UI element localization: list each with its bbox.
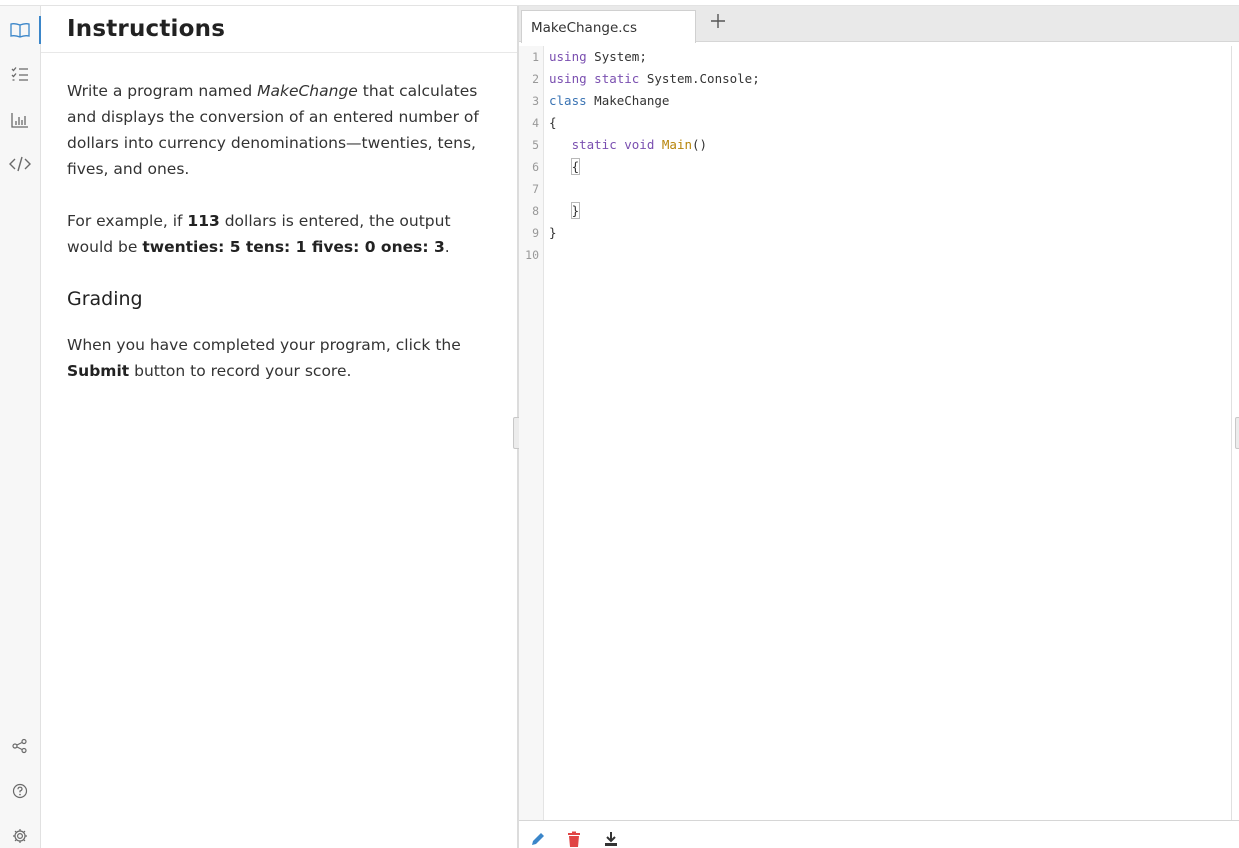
grading-text-2: button to record your score.: [129, 362, 352, 380]
pencil-icon: [530, 831, 546, 848]
line-number: 6: [532, 160, 539, 174]
settings-button[interactable]: [0, 818, 40, 848]
file-tab-makechange[interactable]: MakeChange.cs: [521, 10, 696, 43]
grading-text-1: When you have completed your program, cl…: [67, 336, 461, 354]
share-button[interactable]: [0, 728, 40, 764]
instructions-header: Instructions: [41, 6, 517, 53]
function-name: Main: [654, 137, 693, 152]
code-line: }: [549, 200, 581, 222]
task-text-1: Write a program named: [67, 82, 258, 100]
line-number: 10: [525, 248, 539, 262]
delete-button[interactable]: [564, 831, 584, 848]
checklist-tab-button[interactable]: [0, 56, 40, 92]
keyword: static: [571, 137, 617, 152]
keyword: class: [549, 93, 587, 108]
book-icon: [10, 22, 30, 38]
example-description: For example, if 113 dollars is entered, …: [67, 208, 497, 260]
code-line: using static System.Console;: [549, 68, 760, 90]
line-number: 4: [532, 116, 539, 130]
keyword: using: [549, 71, 587, 86]
grading-heading: Grading: [67, 288, 143, 310]
plus-icon: [710, 13, 726, 34]
instructions-title: Instructions: [67, 16, 226, 42]
line-number: 9: [532, 226, 539, 240]
matched-brace: }: [570, 202, 581, 219]
add-file-button[interactable]: [705, 9, 731, 37]
download-icon: [603, 831, 619, 848]
line-number: 5: [532, 138, 539, 152]
example-text-1: For example, if: [67, 212, 188, 230]
code-token: }: [549, 225, 557, 240]
code-token: MakeChange: [586, 93, 670, 108]
code-area[interactable]: 1 2 3 4 5 6 7 8 9 10 using System; using…: [519, 46, 1232, 820]
trash-icon: [567, 831, 581, 848]
code-token: System.Console;: [639, 71, 760, 86]
instructions-tab-button[interactable]: [0, 12, 41, 48]
side-rail: [0, 6, 41, 848]
example-amount: 113: [187, 212, 220, 230]
code-token: {: [549, 115, 557, 130]
stats-tab-button[interactable]: [0, 102, 40, 138]
file-tab-bar: MakeChange.cs: [519, 6, 1239, 43]
help-button[interactable]: [0, 773, 40, 809]
task-description: Write a program named MakeChange that ca…: [67, 78, 497, 182]
checklist-icon: [11, 66, 29, 82]
example-text-3: .: [444, 238, 450, 256]
code-line: using System;: [549, 46, 647, 68]
code-line: {: [549, 156, 581, 178]
line-number: 1: [532, 50, 539, 64]
line-number-gutter: 1 2 3 4 5 6 7 8 9 10: [519, 46, 544, 820]
download-button[interactable]: [601, 831, 621, 848]
line-number: 8: [532, 204, 539, 218]
code-tab-button[interactable]: [0, 146, 40, 182]
code-line: static void Main(): [549, 134, 708, 156]
right-resize-handle[interactable]: [1235, 417, 1239, 449]
share-icon: [12, 738, 28, 754]
code-editor-panel: MakeChange.cs 1 2 3 4 5 6 7 8 9 10 using…: [519, 6, 1239, 848]
example-output: twenties: 5 tens: 1 fives: 0 ones: 3: [142, 238, 445, 256]
code-icon: [9, 156, 31, 172]
edit-button[interactable]: [528, 831, 548, 848]
line-number: 3: [532, 94, 539, 108]
submit-reference: Submit: [67, 362, 130, 380]
instructions-panel: Instructions Write a program named MakeC…: [41, 6, 517, 848]
code-token: System;: [586, 49, 647, 64]
instructions-body: Write a program named MakeChange that ca…: [67, 78, 497, 410]
grading-description: When you have completed your program, cl…: [67, 332, 497, 384]
line-number: 7: [532, 182, 539, 196]
keyword: void: [616, 137, 655, 152]
code-line: class MakeChange: [549, 90, 669, 112]
code-line: {: [549, 112, 557, 134]
settings-icon: [12, 828, 28, 844]
code-token: (): [692, 137, 708, 152]
code-line: }: [549, 222, 557, 244]
keyword: static: [586, 71, 640, 86]
chart-icon: [11, 112, 29, 128]
program-name: MakeChange: [257, 82, 358, 100]
file-tab-label: MakeChange.cs: [531, 20, 637, 36]
keyword: using: [549, 49, 587, 64]
help-icon: [12, 783, 28, 799]
matched-brace: {: [570, 158, 581, 175]
editor-toolbar: [519, 820, 1239, 848]
line-number: 2: [532, 72, 539, 86]
